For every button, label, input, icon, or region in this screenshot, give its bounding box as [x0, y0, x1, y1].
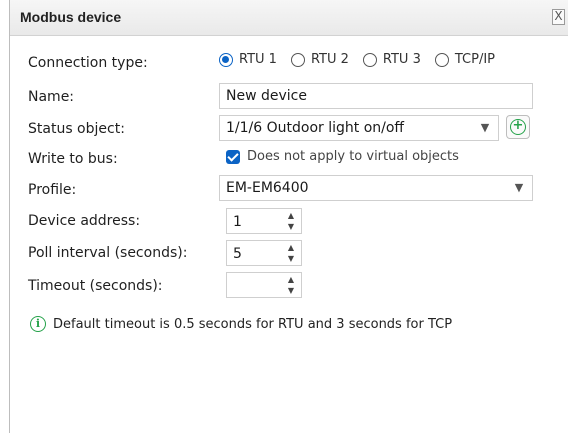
plus-circle-icon: + — [510, 119, 526, 135]
add-object-button[interactable]: + — [506, 115, 530, 139]
radio-rtu3-circle[interactable] — [362, 52, 377, 67]
radio-tcpip-circle[interactable] — [434, 52, 449, 67]
info-icon: i — [30, 316, 46, 332]
chevron-down-icon: ▼ — [480, 121, 490, 134]
radio-rtu3-label: RTU 3 — [382, 52, 421, 67]
radio-rtu3[interactable]: RTU 3 — [362, 52, 421, 67]
chevron-down-icon[interactable]: ▼ — [284, 285, 298, 296]
name-label: Name: — [28, 89, 75, 105]
dialog-titlebar: Modbus device X — [10, 0, 568, 36]
chevron-up-icon[interactable]: ▲ — [284, 210, 298, 221]
connection-type-label: Connection type: — [28, 55, 148, 71]
poll-interval-label: Poll interval (seconds): — [28, 245, 188, 261]
chevron-up-icon[interactable]: ▲ — [284, 274, 298, 285]
write-to-bus-text: Does not apply to virtual objects — [247, 149, 459, 164]
name-input[interactable]: New device — [219, 83, 533, 109]
radio-rtu2-circle[interactable] — [290, 52, 305, 67]
radio-rtu1[interactable]: RTU 1 — [219, 52, 277, 67]
write-to-bus-label: Write to bus: — [28, 151, 118, 167]
radio-rtu1-label: RTU 1 — [239, 52, 277, 67]
profile-label: Profile: — [28, 182, 77, 198]
device-address-label: Device address: — [28, 213, 141, 229]
timeout-stepper[interactable]: ▲ ▼ — [284, 274, 298, 296]
status-object-value: 1/1/6 Outdoor light on/off — [226, 120, 405, 136]
chevron-down-icon: ▼ — [514, 181, 524, 194]
device-address-stepper[interactable]: ▲ ▼ — [284, 210, 298, 232]
profile-select[interactable]: EM-EM6400 ▼ — [219, 175, 533, 201]
device-address-value: 1 — [233, 214, 242, 230]
radio-rtu2[interactable]: RTU 2 — [290, 52, 349, 67]
poll-interval-value: 5 — [233, 246, 242, 262]
connection-type-radio-group: RTU 1 RTU 2 RTU 3 TCP/IP — [219, 52, 509, 67]
status-object-select[interactable]: 1/1/6 Outdoor light on/off ▼ — [219, 115, 499, 141]
chevron-up-icon[interactable]: ▲ — [284, 242, 298, 253]
status-object-label: Status object: — [28, 121, 125, 137]
dialog-title: Modbus device — [20, 9, 122, 25]
chevron-down-icon[interactable]: ▼ — [284, 253, 298, 264]
radio-rtu1-circle[interactable] — [219, 52, 233, 67]
info-text: Default timeout is 0.5 seconds for RTU a… — [53, 316, 453, 332]
radio-tcpip-label: TCP/IP — [454, 52, 496, 67]
profile-value: EM-EM6400 — [226, 180, 309, 196]
write-to-bus-checkbox-wrap[interactable]: Does not apply to virtual objects — [226, 149, 459, 164]
timeout-label: Timeout (seconds): — [28, 278, 163, 294]
poll-interval-spinner[interactable]: 5 ▲ ▼ — [226, 240, 302, 266]
radio-rtu2-label: RTU 2 — [310, 52, 349, 67]
close-button[interactable]: X — [552, 9, 565, 25]
poll-interval-stepper[interactable]: ▲ ▼ — [284, 242, 298, 264]
radio-tcpip[interactable]: TCP/IP — [434, 52, 496, 67]
timeout-spinner[interactable]: ▲ ▼ — [226, 272, 302, 298]
timeout-info: i Default timeout is 0.5 seconds for RTU… — [30, 316, 452, 332]
chevron-down-icon[interactable]: ▼ — [284, 221, 298, 232]
device-address-spinner[interactable]: 1 ▲ ▼ — [226, 208, 302, 234]
write-to-bus-checkbox[interactable] — [226, 149, 240, 164]
